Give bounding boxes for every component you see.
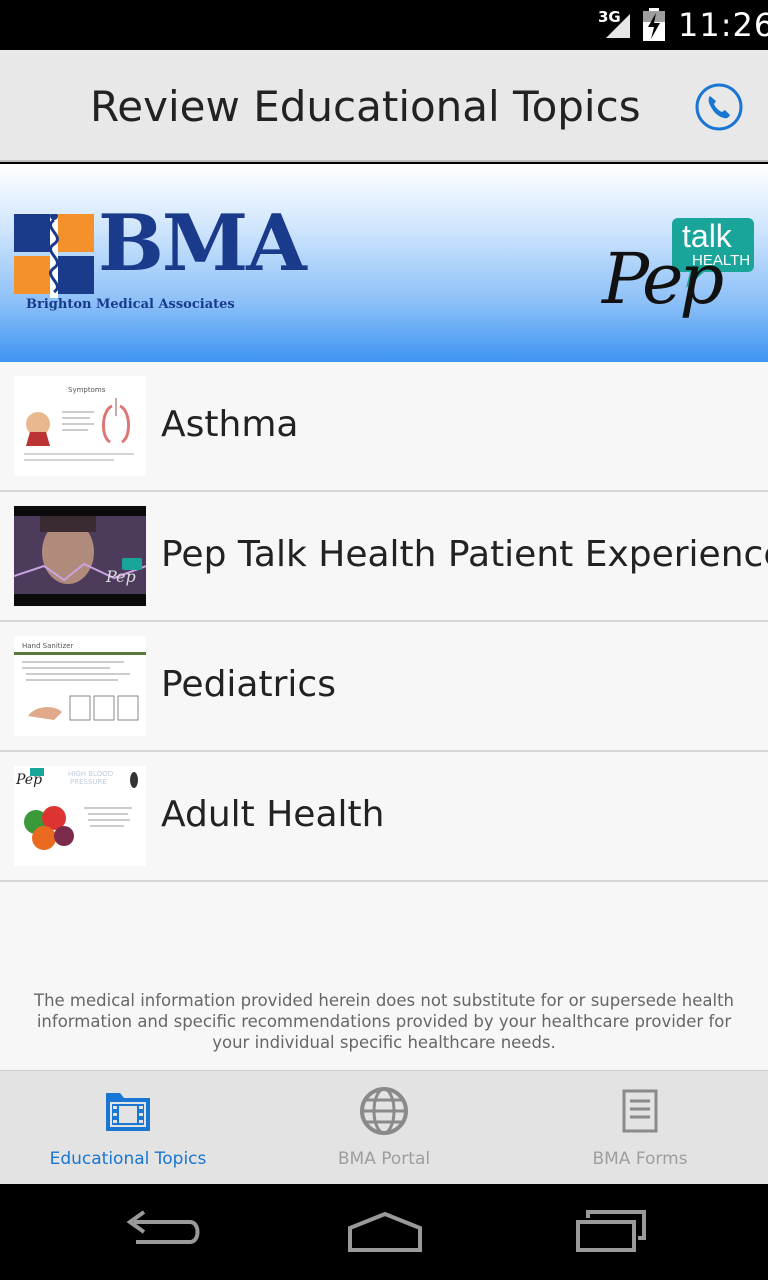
action-bar: Review Educational Topics bbox=[0, 50, 768, 162]
topic-label: Asthma bbox=[161, 404, 299, 445]
asthma-symptoms-thumbnail: Symptoms bbox=[14, 376, 146, 476]
recent-apps-icon[interactable] bbox=[568, 1206, 658, 1256]
topics-list: Symptoms Asthma Pep Pep Talk Health Pati… bbox=[0, 362, 768, 1070]
pep-talk-health-logo: talk HEALTH Pep bbox=[600, 216, 760, 336]
tab-label: BMA Portal bbox=[337, 1149, 431, 1169]
list-item[interactable]: Pep Pep Talk Health Patient Experience bbox=[0, 492, 768, 622]
list-item[interactable]: Hand Sanitizer Pediatrics bbox=[0, 622, 768, 752]
bottom-tab-bar: Educational Topics BMA Portal BMA Forms bbox=[0, 1070, 768, 1184]
svg-text:Symptoms: Symptoms bbox=[68, 386, 106, 394]
tab-educational-topics[interactable]: Educational Topics bbox=[0, 1071, 256, 1185]
status-bar: 3G 11:26 bbox=[0, 0, 768, 50]
medical-disclaimer: The medical information provided herein … bbox=[33, 991, 735, 1052]
svg-text:Hand Sanitizer: Hand Sanitizer bbox=[22, 642, 73, 650]
topic-label: Pep Talk Health Patient Experience bbox=[161, 534, 768, 575]
bma-subtitle: Brighton Medical Associates bbox=[26, 297, 235, 312]
svg-text:PRESSURE: PRESSURE bbox=[70, 778, 107, 786]
tab-bma-forms[interactable]: BMA Forms bbox=[512, 1071, 768, 1185]
signal-icon bbox=[606, 14, 630, 38]
phone-icon[interactable] bbox=[694, 82, 744, 132]
film-folder-icon bbox=[106, 1093, 150, 1131]
clock: 11:26 bbox=[678, 6, 768, 44]
tab-label: BMA Forms bbox=[592, 1149, 688, 1169]
list-item[interactable]: Pep HIGH BLOOD PRESSURE Adult Health bbox=[0, 752, 768, 882]
banner: BMA Brighton Medical Associates talk HEA… bbox=[0, 164, 768, 362]
tab-label: Educational Topics bbox=[49, 1149, 207, 1169]
tab-bma-portal[interactable]: BMA Portal bbox=[256, 1071, 512, 1185]
pep-logo-text: Pep bbox=[602, 238, 724, 320]
document-icon bbox=[622, 1089, 658, 1133]
blood-pressure-thumbnail: Pep HIGH BLOOD PRESSURE bbox=[14, 766, 146, 866]
system-navigation-bar bbox=[0, 1184, 768, 1280]
home-icon[interactable] bbox=[340, 1206, 430, 1256]
back-icon[interactable] bbox=[114, 1206, 204, 1256]
topic-label: Pediatrics bbox=[161, 664, 336, 705]
svg-text:HIGH BLOOD: HIGH BLOOD bbox=[68, 770, 113, 778]
bma-logo-text: BMA bbox=[98, 198, 307, 289]
patient-video-thumbnail: Pep bbox=[14, 506, 146, 606]
battery-charging-icon bbox=[643, 8, 665, 41]
page-title: Review Educational Topics bbox=[90, 82, 641, 131]
topic-label: Adult Health bbox=[161, 794, 385, 835]
globe-icon bbox=[360, 1087, 408, 1135]
hand-sanitizer-thumbnail: Hand Sanitizer bbox=[14, 636, 146, 736]
list-item[interactable]: Symptoms Asthma bbox=[0, 362, 768, 492]
